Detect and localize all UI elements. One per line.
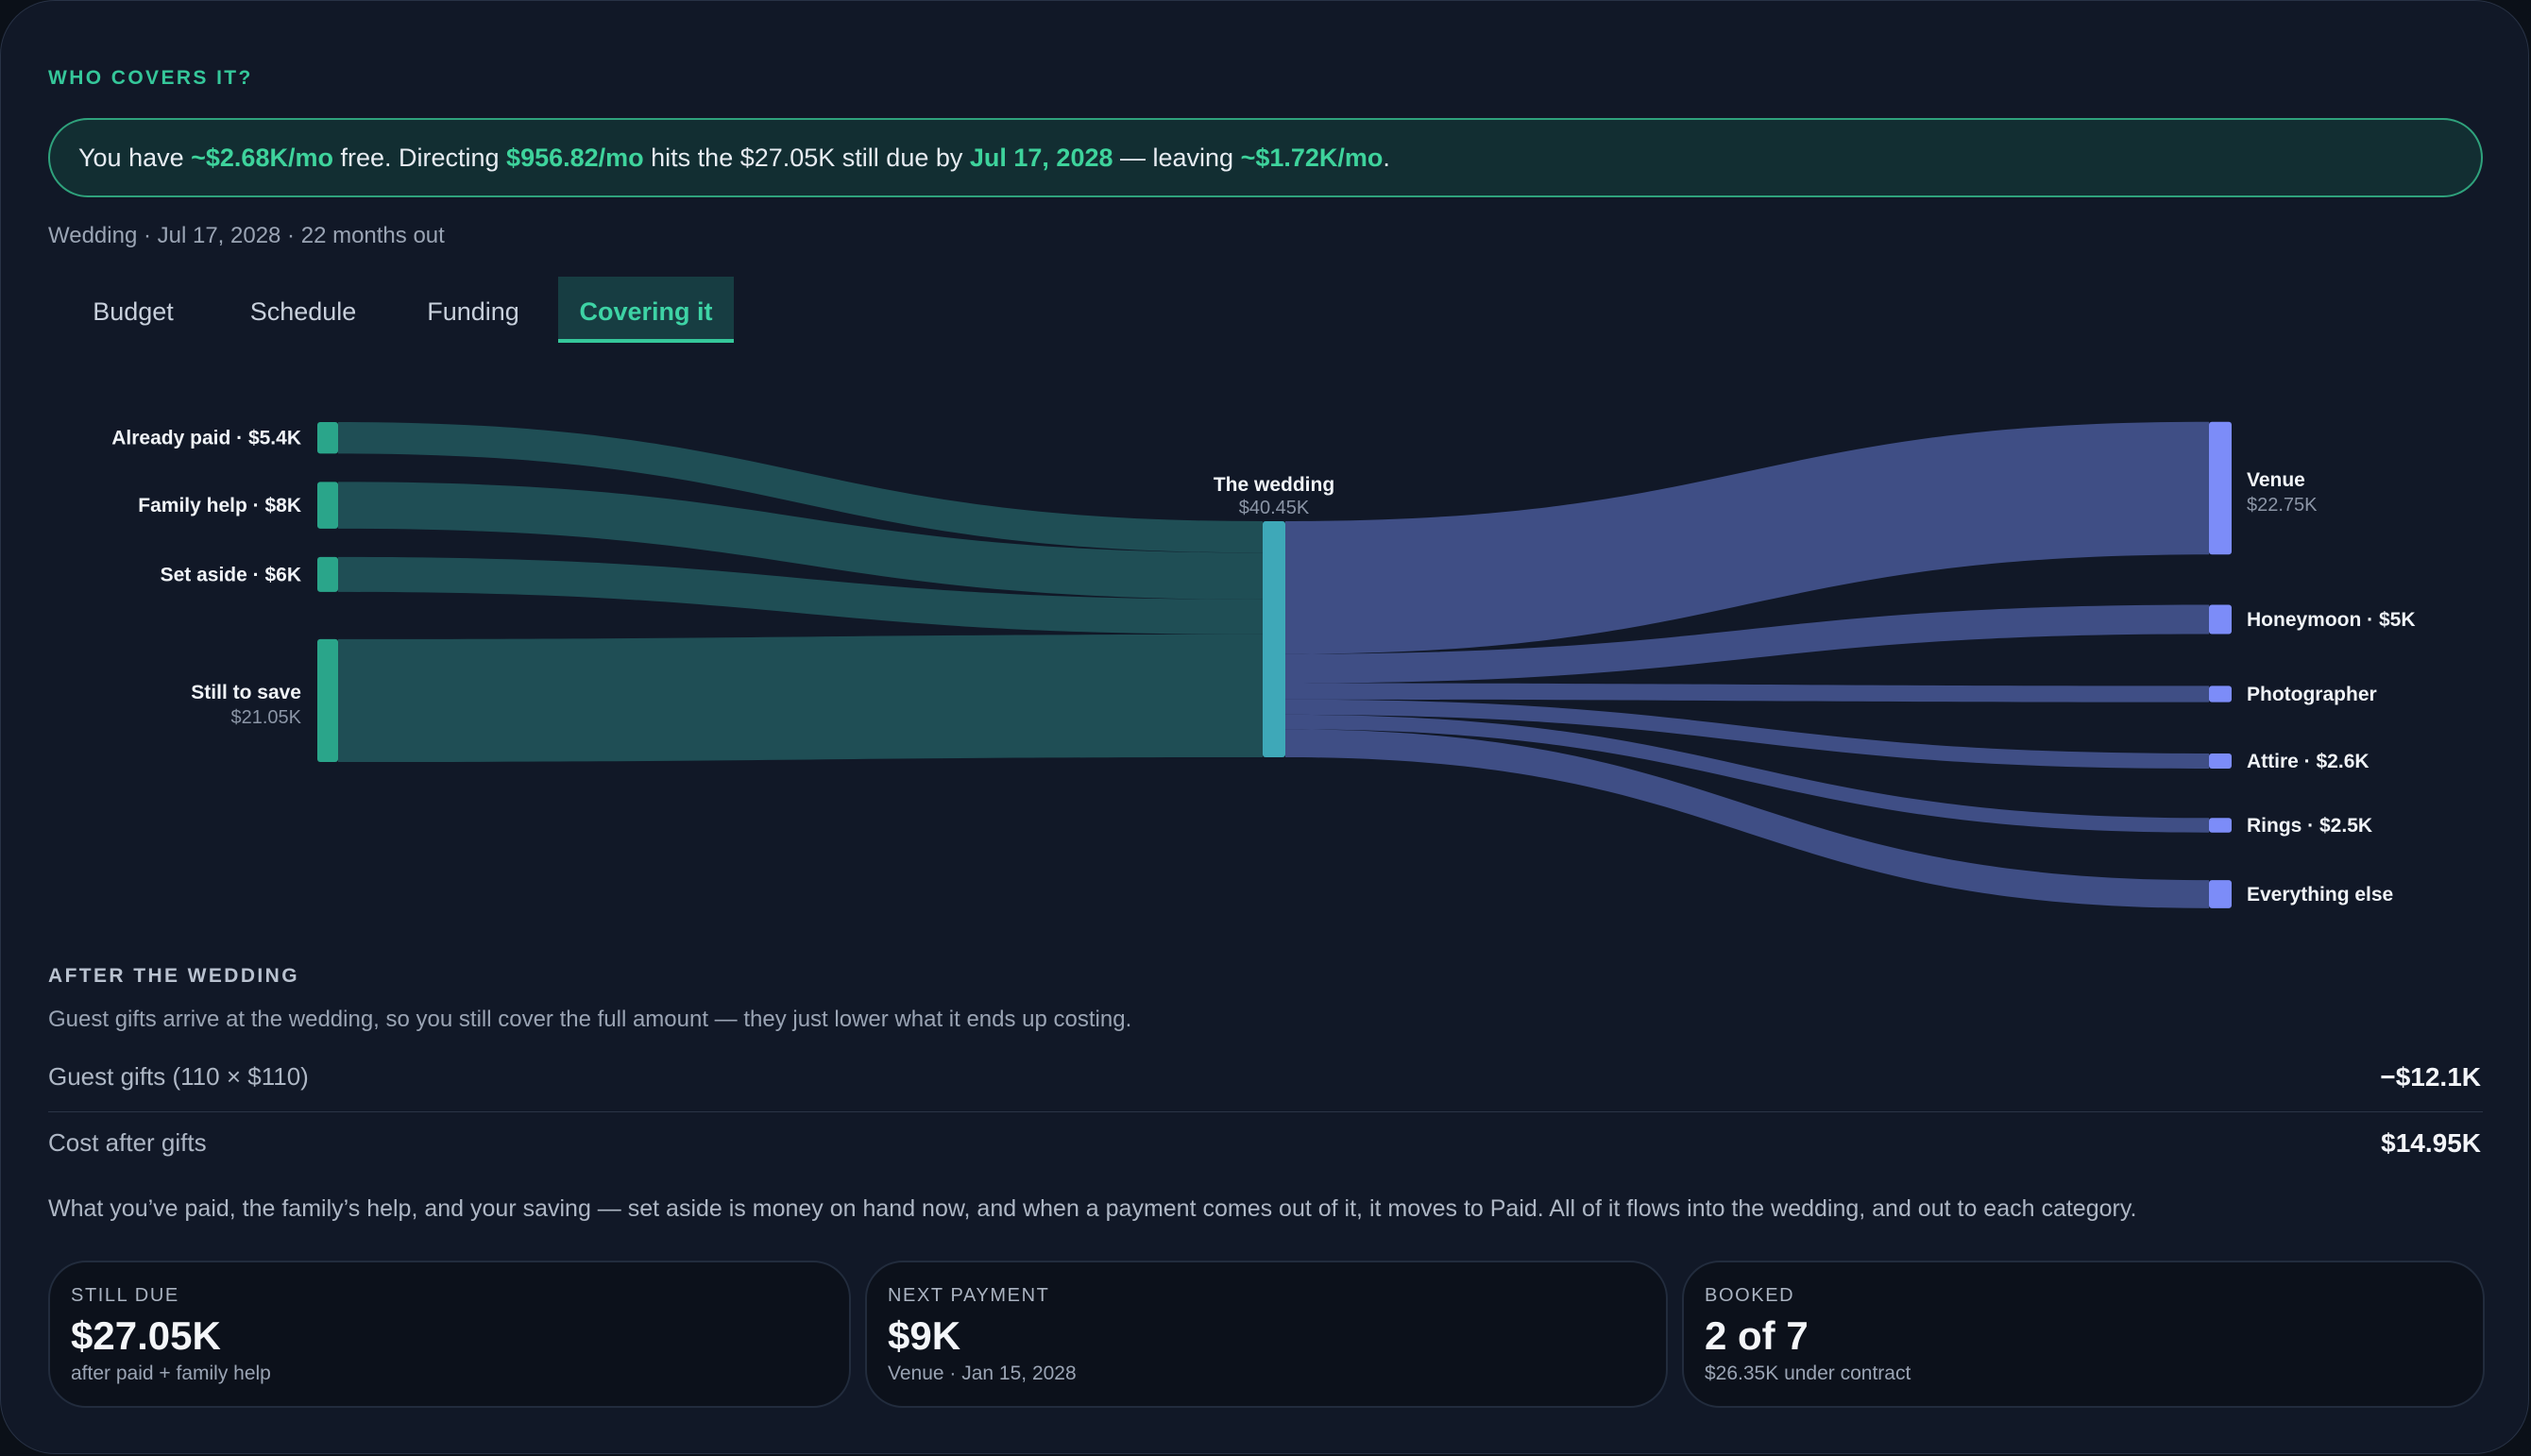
stat-sub: $26.35K under contract xyxy=(1705,1363,1911,1384)
target-label-attire: Attire · $2.6K xyxy=(2247,751,2370,772)
stat-title: NEXT PAYMENT xyxy=(888,1285,1050,1306)
source-value-still-to-save: $21.05K xyxy=(230,707,301,728)
target-label-venue: Venue xyxy=(2247,469,2305,491)
node-rings xyxy=(2209,818,2232,833)
covering-card: WHO COVERS IT? You have ~$2.68K/mo free.… xyxy=(0,0,2529,1454)
source-label-still-to-save: Still to save xyxy=(191,682,301,703)
flow-still-to-save xyxy=(338,634,1263,762)
stat-value: 2 of 7 xyxy=(1705,1313,1809,1358)
target-label-honeymoon: Honeymoon · $5K xyxy=(2247,609,2416,631)
node-honeymoon xyxy=(2209,604,2232,635)
after-wedding-description: Guest gifts arrive at the wedding, so yo… xyxy=(48,1007,1132,1032)
stat-card-still-due: STILL DUE $27.05K after paid + family he… xyxy=(48,1261,851,1408)
row-divider xyxy=(48,1111,2483,1112)
source-label-already-paid: Already paid · $5.4K xyxy=(111,428,301,449)
stat-value: $27.05K xyxy=(71,1313,221,1358)
stat-card-booked: BOOKED 2 of 7 $26.35K under contract xyxy=(1682,1261,2485,1408)
stat-sub: Venue · Jan 15, 2028 xyxy=(888,1363,1077,1384)
guest-gifts-value: −$12.1K xyxy=(2380,1062,2481,1092)
guest-gifts-label: Guest gifts (110 × $110) xyxy=(48,1062,309,1091)
target-value-venue: $22.75K xyxy=(2247,495,2318,516)
target-label-everything-else: Everything else xyxy=(2247,884,2393,906)
source-label-family-help: Family help · $8K xyxy=(138,495,301,516)
cost-after-gifts-value: $14.95K xyxy=(2381,1128,2481,1158)
node-venue xyxy=(2209,421,2232,555)
target-label-rings: Rings · $2.5K xyxy=(2247,815,2372,837)
node-family-help xyxy=(317,482,338,529)
after-wedding-title: AFTER THE WEDDING xyxy=(48,965,299,987)
stat-card-next-payment: NEXT PAYMENT $9K Venue · Jan 15, 2028 xyxy=(865,1261,1668,1408)
sankey-chart: Already paid · $5.4K Family help · $8K Set… xyxy=(111,421,2416,908)
node-set-aside xyxy=(317,556,338,592)
stat-title: BOOKED xyxy=(1705,1285,1795,1306)
flow-explanation: What you’ve paid, the family’s help, and… xyxy=(48,1195,2137,1222)
stat-title: STILL DUE xyxy=(71,1285,179,1306)
stat-sub: after paid + family help xyxy=(71,1363,271,1384)
center-value: $40.45K xyxy=(1239,498,1310,518)
node-everything-else xyxy=(2209,880,2232,908)
target-label-photographer: Photographer xyxy=(2247,684,2377,705)
center-label: The wedding xyxy=(1214,474,1334,496)
node-still-to-save xyxy=(317,638,338,762)
node-the-wedding xyxy=(1263,521,1285,757)
flow-photographer xyxy=(1285,683,2209,703)
node-photographer xyxy=(2209,686,2232,703)
node-attire xyxy=(2209,753,2232,770)
source-label-set-aside: Set aside · $6K xyxy=(161,564,301,585)
cost-after-gifts-label: Cost after gifts xyxy=(48,1128,207,1157)
stat-value: $9K xyxy=(888,1313,961,1358)
node-already-paid xyxy=(317,422,338,454)
